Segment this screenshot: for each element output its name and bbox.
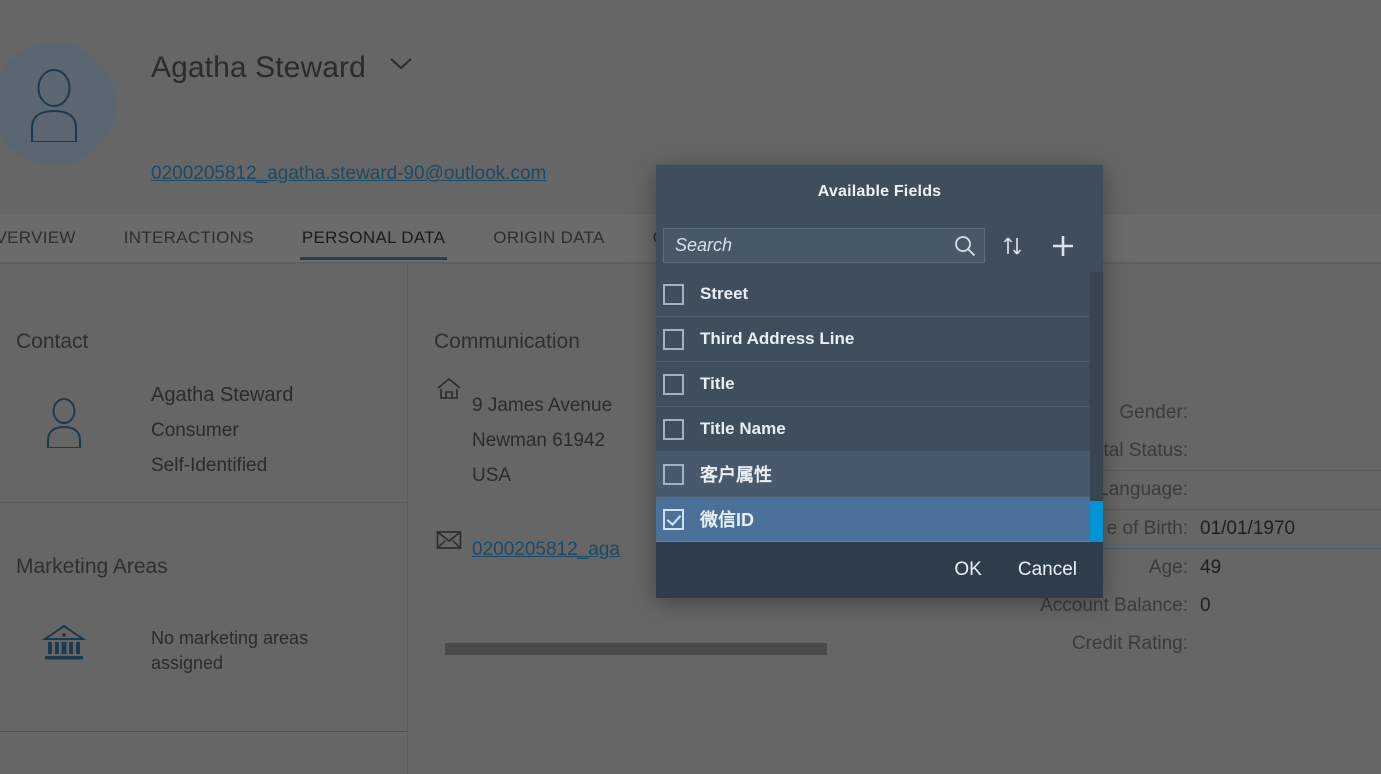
plus-icon[interactable] <box>1041 224 1085 268</box>
address-block: 9 James Avenue Newman 61942 USA <box>472 388 612 493</box>
tab-label: INTERACTIONS <box>124 228 254 247</box>
field-label: Credit Rating: <box>910 633 1200 655</box>
communication-section-title: Communication <box>434 330 580 354</box>
field-list-item[interactable]: Title Name <box>656 407 1103 452</box>
person-name-text: Agatha Steward <box>151 51 366 84</box>
contact-section-title: Contact <box>16 330 88 354</box>
tab-label: ORIGIN DATA <box>493 228 604 247</box>
checkbox-icon[interactable] <box>663 284 684 305</box>
contact-type: Consumer <box>151 413 293 448</box>
field-value: 01/01/1970 <box>1200 518 1295 540</box>
field-row: Credit Rating: <box>910 625 1381 663</box>
contact-name: Agatha Steward <box>151 378 293 413</box>
horizontal-scrollbar[interactable] <box>445 643 827 655</box>
available-fields-dialog: Available Fields <box>656 165 1103 598</box>
checkbox-icon[interactable] <box>663 374 684 395</box>
field-list-item-label: Title <box>700 374 735 394</box>
tab-label: OVERVIEW <box>0 228 76 247</box>
checkbox-icon[interactable] <box>663 464 684 485</box>
field-list-item[interactable]: Title <box>656 362 1103 407</box>
field-list-item-label: 客户属性 <box>700 461 772 487</box>
field-value: 0 <box>1200 595 1211 617</box>
dialog-header: Available Fields <box>656 165 1103 219</box>
field-list-item[interactable]: 客户属性 <box>656 452 1103 497</box>
tab-origin-data[interactable]: ORIGIN DATA <box>469 215 628 263</box>
dialog-footer: OK Cancel <box>656 542 1103 598</box>
address-line-3: USA <box>472 458 612 493</box>
home-icon <box>436 377 462 406</box>
sort-updown-icon[interactable] <box>991 224 1035 268</box>
person-avatar-icon <box>19 66 89 142</box>
dialog-title: Available Fields <box>818 183 942 201</box>
address-line-1: 9 James Avenue <box>472 388 612 423</box>
checkbox-checked-icon[interactable] <box>663 509 684 530</box>
dialog-toolbar <box>656 219 1103 272</box>
field-list-item-label: Street <box>700 284 748 304</box>
avatar <box>0 42 116 166</box>
cancel-button[interactable]: Cancel <box>1008 553 1087 587</box>
tab-overview[interactable]: OVERVIEW <box>0 215 100 263</box>
dialog-scrollbar-thumb[interactable] <box>1090 501 1103 546</box>
field-list-item-label: Third Address Line <box>700 329 854 349</box>
app-root: Agatha Steward 0200205812_agatha.steward… <box>0 0 1381 774</box>
search-icon[interactable] <box>952 233 978 259</box>
bank-building-icon <box>42 622 86 667</box>
contact-divider <box>0 502 407 503</box>
checkbox-icon[interactable] <box>663 419 684 440</box>
tab-personal-data[interactable]: PERSONAL DATA <box>278 215 469 263</box>
contact-origin: Self-Identified <box>151 448 293 483</box>
field-list-item[interactable]: Street <box>656 272 1103 317</box>
address-line-2: Newman 61942 <box>472 423 612 458</box>
tab-label: PERSONAL DATA <box>302 228 445 247</box>
envelope-icon <box>436 530 462 555</box>
tab-interactions[interactable]: INTERACTIONS <box>100 215 278 263</box>
field-list-item[interactable]: Third Address Line <box>656 317 1103 362</box>
marketing-section-title: Marketing Areas <box>16 555 168 579</box>
chevron-down-icon[interactable] <box>388 46 414 80</box>
field-label: Account Balance: <box>910 595 1200 617</box>
field-list-item-label: 微信ID <box>700 506 754 532</box>
ok-button[interactable]: OK <box>944 553 991 587</box>
checkbox-icon[interactable] <box>663 329 684 350</box>
field-list-item[interactable]: 微信ID <box>656 497 1103 542</box>
search-field[interactable] <box>663 228 985 263</box>
person-icon <box>44 398 84 453</box>
left-column-bottom-divider <box>0 731 407 732</box>
communication-email-link[interactable]: 0200205812_aga <box>472 539 620 561</box>
header-email-link[interactable]: 0200205812_agatha.steward-90@outlook.com <box>151 163 546 185</box>
column-contact: Contact Agatha Steward Consumer Self-Ide… <box>0 264 408 774</box>
page-title[interactable]: Agatha Steward <box>151 46 414 85</box>
field-list-item-label: Title Name <box>700 419 786 439</box>
contact-details: Agatha Steward Consumer Self-Identified <box>151 378 293 483</box>
marketing-empty-text: No marketing areas assigned <box>151 626 351 676</box>
field-value: 49 <box>1200 557 1221 579</box>
search-input[interactable] <box>664 229 984 262</box>
